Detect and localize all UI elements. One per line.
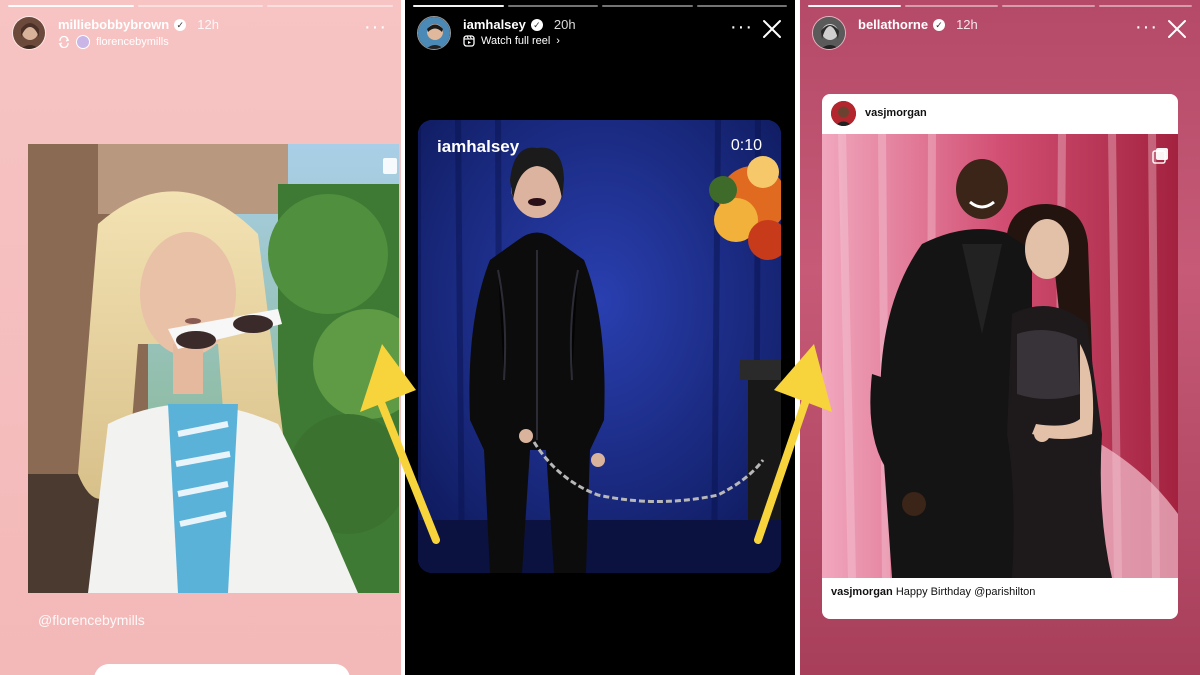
progress-segment (137, 5, 264, 7)
story-time: 20h (553, 17, 576, 32)
watch-full-reel-label: Watch full reel (481, 35, 551, 47)
reel-duration: 0:10 (730, 137, 762, 154)
progress-segment (413, 5, 504, 7)
reshare-icon (58, 36, 70, 48)
watch-full-reel-link[interactable]: Watch full reel › (463, 35, 560, 47)
reshare-avatar (76, 35, 90, 49)
verified-badge-icon: ✓ (530, 18, 543, 31)
reshare-attribution[interactable]: florencebymills (58, 35, 169, 49)
story-username[interactable]: bellathorne ✓ 12h (858, 17, 978, 32)
reel-icon (463, 35, 475, 47)
story-time: 12h (956, 17, 978, 32)
more-options-icon[interactable]: ··· (1135, 17, 1158, 37)
avatar[interactable] (417, 16, 451, 50)
story-header: bellathorne ✓ 12h ··· (812, 14, 1188, 54)
progress-segment (507, 5, 598, 7)
reel-overlay-username: iamhalsey (437, 137, 520, 156)
story-panel-milliebobbybrown[interactable]: milliebobbybrown ✓ 12h florencebymills ·… (0, 0, 401, 675)
close-icon[interactable] (761, 18, 783, 40)
mention-sticker[interactable]: @florencebymills (38, 612, 145, 628)
post-author-username[interactable]: vasjmorgan (865, 107, 927, 119)
close-icon[interactable] (1166, 18, 1188, 40)
story-panel-bellathorne[interactable]: bellathorne ✓ 12h ··· vasjmorgan vasjmor… (800, 0, 1200, 675)
story-time: 12h (197, 17, 219, 32)
more-options-icon[interactable]: ··· (364, 17, 387, 37)
progress-segment (696, 5, 787, 7)
post-caption: vasjmorgan Happy Birthday @parishilton (831, 586, 1035, 598)
post-author-avatar[interactable] (831, 101, 856, 126)
progress-segment (905, 5, 998, 7)
progress-segment (1002, 5, 1095, 7)
username-text: iamhalsey (463, 17, 526, 32)
more-options-icon[interactable]: ··· (730, 17, 753, 37)
story-header: milliebobbybrown ✓ 12h florencebymills ·… (12, 14, 389, 54)
post-header[interactable]: vasjmorgan (822, 94, 1178, 134)
avatar[interactable] (812, 16, 846, 50)
avatar[interactable] (12, 16, 46, 50)
reel-video[interactable]: iamhalsey 0:10 (418, 120, 781, 573)
shared-post-card[interactable]: vasjmorgan vasjmorgan Happy Birthday @pa… (822, 94, 1178, 619)
chevron-right-icon: › (556, 35, 560, 47)
username-text: bellathorne (858, 17, 929, 32)
story-header: iamhalsey ✓ 20h Watch full reel › ··· (417, 14, 783, 54)
username-text: milliebobbybrown (58, 17, 170, 32)
caption-text: Happy Birthday @parishilton (895, 586, 1036, 598)
story-username[interactable]: milliebobbybrown ✓ 12h (58, 17, 219, 32)
story-username[interactable]: iamhalsey ✓ 20h (463, 17, 576, 32)
story-progress-bar (808, 5, 1192, 7)
send-message-bar[interactable] (94, 664, 350, 675)
progress-segment (267, 5, 394, 7)
post-image[interactable] (822, 134, 1178, 578)
caption-username[interactable]: vasjmorgan (831, 586, 893, 598)
shared-post-image[interactable] (28, 144, 399, 593)
story-panel-iamhalsey[interactable]: iamhalsey ✓ 20h Watch full reel › ··· ia… (405, 0, 795, 675)
story-progress-bar (413, 5, 787, 7)
progress-segment (808, 5, 901, 7)
verified-badge-icon: ✓ (174, 18, 187, 31)
verified-badge-icon: ✓ (933, 18, 946, 31)
progress-segment (1099, 5, 1192, 7)
progress-segment (8, 5, 134, 7)
reshare-username: florencebymills (96, 36, 169, 48)
story-progress-bar (8, 5, 394, 7)
progress-segment (602, 5, 693, 7)
